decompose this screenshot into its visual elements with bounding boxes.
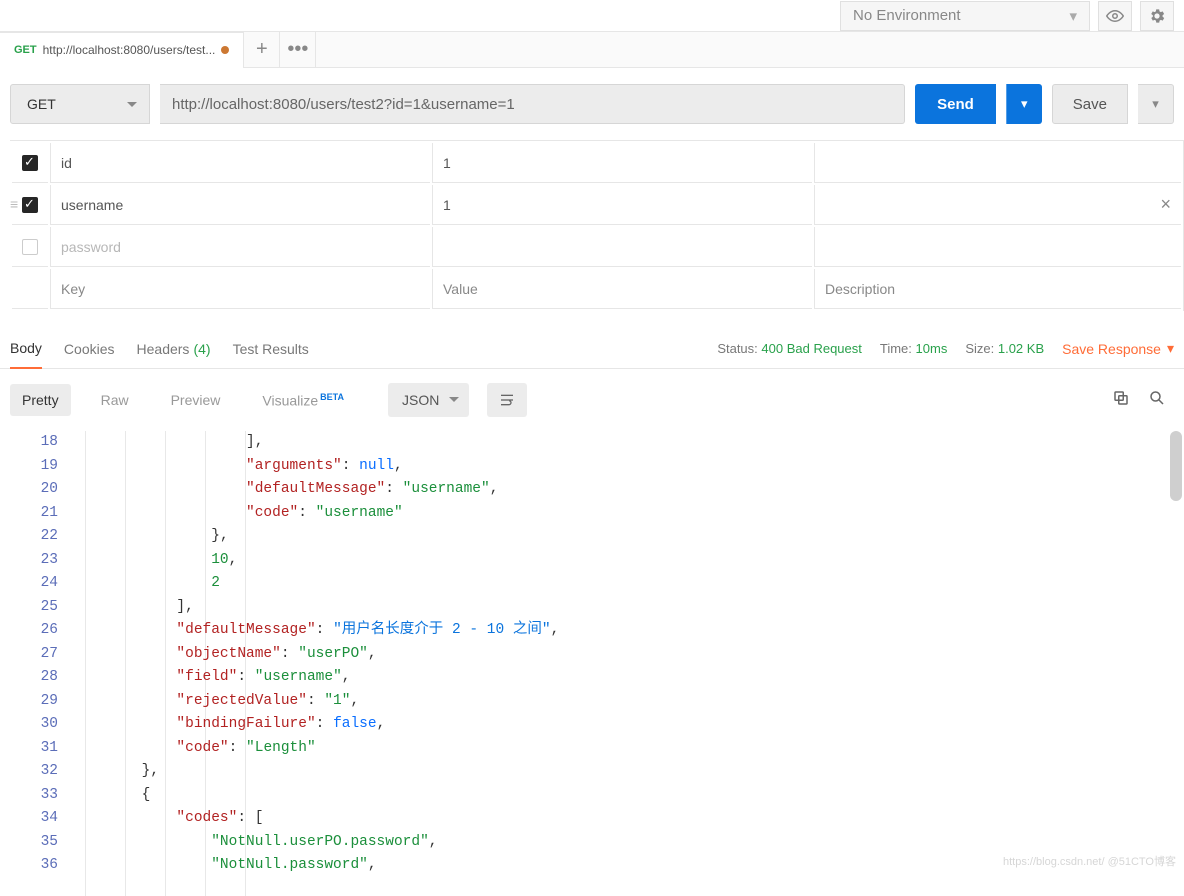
send-dropdown[interactable]: ▾: [1006, 84, 1042, 124]
param-key-cell[interactable]: password: [50, 227, 430, 267]
table-row: ≡ username 1 ×: [12, 185, 1181, 225]
format-selector[interactable]: JSON: [388, 383, 469, 417]
size-value: 1.02 KB: [998, 341, 1044, 356]
url-input[interactable]: http://localhost:8080/users/test2?id=1&u…: [160, 84, 905, 124]
view-preview[interactable]: Preview: [159, 384, 233, 416]
param-value-cell[interactable]: [432, 227, 812, 267]
param-value-cell[interactable]: 1: [432, 185, 812, 225]
checkbox[interactable]: [22, 239, 38, 255]
request-tab[interactable]: GET http://localhost:8080/users/test...: [0, 32, 244, 68]
line-gutter: 18192021222324252627282930313233343536: [10, 431, 68, 878]
param-key-cell[interactable]: id: [50, 143, 430, 183]
http-method-select[interactable]: GET: [10, 84, 150, 124]
response-body[interactable]: 18192021222324252627282930313233343536 ]…: [10, 431, 1184, 896]
checkbox[interactable]: [22, 197, 38, 213]
view-raw[interactable]: Raw: [89, 384, 141, 416]
table-row: password: [12, 227, 1181, 267]
save-response-button[interactable]: Save Response ▾: [1062, 340, 1174, 357]
environment-selector[interactable]: No Environment ▾: [840, 1, 1090, 31]
tab-body[interactable]: Body: [10, 329, 42, 369]
col-key: Key: [50, 269, 430, 309]
table-header-row: Key Value Description: [12, 269, 1181, 309]
vertical-scrollbar[interactable]: [1170, 431, 1182, 501]
save-dropdown[interactable]: ▾: [1138, 84, 1174, 124]
tab-headers[interactable]: Headers(4): [137, 329, 211, 369]
tab-title: http://localhost:8080/users/test...: [43, 43, 216, 57]
param-value-cell[interactable]: 1: [432, 143, 812, 183]
request-tabs: GET http://localhost:8080/users/test... …: [0, 32, 1184, 68]
params-table: id 1 ≡ username 1 × password Key Value D…: [10, 140, 1184, 311]
col-value: Value: [432, 269, 812, 309]
search-icon[interactable]: [1148, 389, 1166, 412]
tab-cookies[interactable]: Cookies: [64, 329, 115, 369]
dirty-dot-icon: [221, 46, 229, 54]
response-view-bar: Pretty Raw Preview VisualizeBETA JSON: [0, 369, 1184, 431]
code-content: ], "arguments": null, "defaultMessage": …: [72, 431, 1174, 878]
request-builder-row: GET http://localhost:8080/users/test2?id…: [0, 68, 1184, 140]
time-value: 10ms: [916, 341, 948, 356]
response-tabs: Body Cookies Headers(4) Test Results Sta…: [0, 329, 1184, 369]
delete-row-icon[interactable]: ×: [1160, 194, 1171, 215]
chevron-down-icon: ▾: [1167, 340, 1174, 357]
word-wrap-icon[interactable]: [487, 383, 527, 417]
add-tab-button[interactable]: +: [244, 32, 280, 68]
tab-overflow-button[interactable]: •••: [280, 32, 316, 68]
top-toolbar: No Environment ▾: [0, 0, 1184, 32]
param-desc-cell[interactable]: [814, 143, 1181, 183]
tab-method: GET: [14, 44, 37, 56]
environment-label: No Environment: [853, 7, 961, 24]
http-method-label: GET: [27, 96, 56, 112]
tab-test-results[interactable]: Test Results: [233, 329, 309, 369]
drag-handle-icon[interactable]: ≡: [10, 196, 18, 212]
response-meta: Status: 400 Bad Request Time: 10ms Size:…: [717, 340, 1174, 357]
param-key-cell[interactable]: username: [50, 185, 430, 225]
eye-icon[interactable]: [1098, 1, 1132, 31]
col-desc: Description: [814, 269, 1181, 309]
checkbox[interactable]: [22, 155, 38, 171]
param-desc-cell[interactable]: [814, 227, 1181, 267]
table-row: id 1: [12, 143, 1181, 183]
param-desc-cell[interactable]: ×: [814, 185, 1181, 225]
watermark: https://blog.csdn.net/ @51CTO博客: [1003, 853, 1176, 869]
view-visualize[interactable]: VisualizeBETA: [250, 384, 356, 417]
send-button[interactable]: Send: [915, 84, 996, 124]
status-value: 400 Bad Request: [761, 341, 861, 356]
save-button[interactable]: Save: [1052, 84, 1128, 124]
view-pretty[interactable]: Pretty: [10, 384, 71, 416]
copy-icon[interactable]: [1112, 389, 1130, 412]
gear-icon[interactable]: [1140, 1, 1174, 31]
